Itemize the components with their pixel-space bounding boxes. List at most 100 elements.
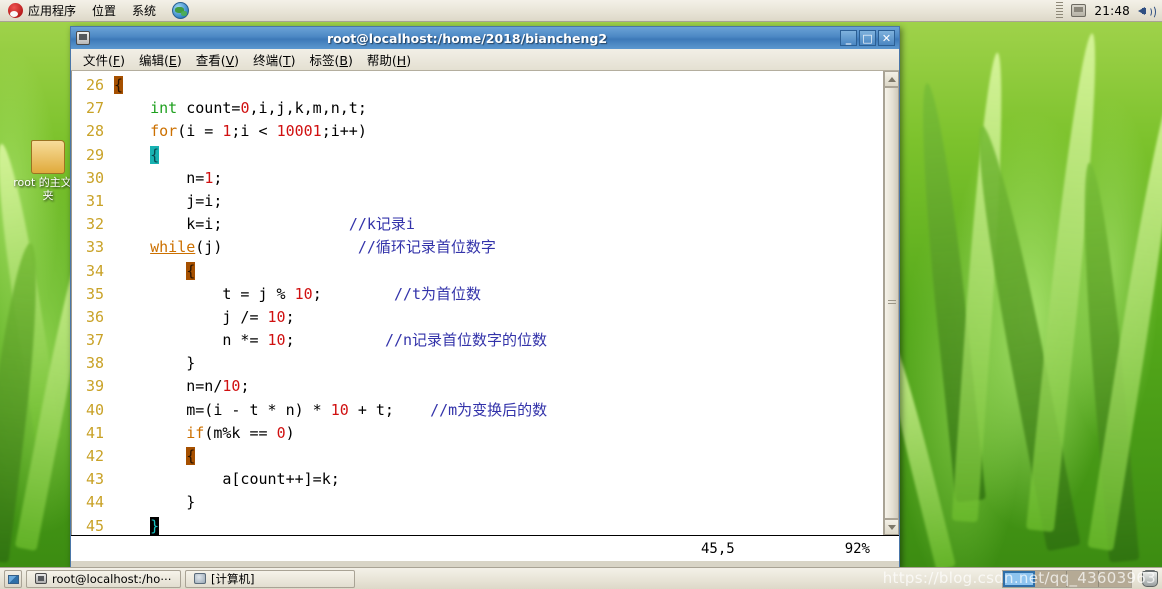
taskbar-item-computer[interactable]: [计算机] [185, 569, 355, 588]
taskbar-item-label: root@localhost:/ho⋯ [52, 571, 172, 586]
code-token: count= [177, 99, 241, 118]
taskbar-item-terminal[interactable]: root@localhost:/ho⋯ [26, 569, 181, 588]
workspace-2[interactable] [1035, 570, 1067, 587]
menu-tabs[interactable]: 标签(B) [303, 48, 360, 71]
trash-icon[interactable] [1142, 569, 1158, 587]
editor-line: 36 j /= 10; [72, 306, 883, 329]
editor-line: 31 j=i; [72, 190, 883, 213]
scrollbar-thumb[interactable] [884, 87, 899, 519]
code-token: ; [213, 168, 223, 187]
code-token: { [186, 447, 196, 465]
code-token: (j) [195, 238, 223, 257]
line-number: 45 [85, 516, 104, 535]
code-token: ;i < [231, 122, 277, 141]
show-desktop-icon[interactable] [4, 569, 22, 588]
line-number: 37 [85, 331, 104, 350]
menu-terminal[interactable]: 终端(T) [246, 48, 302, 71]
code-token: ,i,j,k,m,n,t; [249, 99, 367, 118]
workspace-4[interactable] [1099, 570, 1131, 587]
code-token: 1 [204, 168, 214, 187]
editor-line: 32 k=i; //k记录i [72, 213, 883, 236]
line-number: 42 [85, 447, 104, 465]
code-token: j /= [114, 307, 268, 326]
editor-line: 37 n *= 10; //n记录首位数字的位数 [72, 329, 883, 352]
menu-file[interactable]: 文件(F) [76, 48, 132, 71]
scrollbar-track[interactable] [884, 87, 899, 519]
clock-label[interactable]: 21:48 [1094, 4, 1130, 18]
scroll-down-button[interactable] [884, 519, 899, 535]
menu-places[interactable]: 位置 [84, 1, 124, 21]
workspace-1[interactable] [1003, 570, 1035, 587]
editor-line: 30 n=1; [72, 167, 883, 190]
window-titlebar[interactable]: root@localhost:/home/2018/biancheng2 _ □… [71, 27, 899, 49]
line-number: 32 [85, 215, 104, 234]
line-number: 34 [85, 261, 104, 280]
workspace-3[interactable] [1067, 570, 1099, 587]
volume-icon[interactable] [1138, 3, 1156, 19]
line-content: } [114, 352, 883, 375]
code-token: //k记录i [348, 215, 415, 234]
line-content: j /= 10; [114, 306, 883, 329]
line-content: { [114, 74, 883, 97]
editor-line: 44 } [72, 491, 883, 514]
line-content: n=n/10; [114, 375, 883, 398]
code-token: 10 [267, 307, 286, 326]
menu-help[interactable]: 帮助(H) [360, 48, 418, 71]
editor-line: 45 } [72, 515, 883, 535]
line-content: m=(i - t * n) * 10 + t; //m为变换后的数 [114, 399, 883, 422]
line-content: for(i = 1;i < 10001;i++) [114, 120, 883, 143]
editor-line: 38 } [72, 352, 883, 375]
line-number: 43 [85, 470, 104, 489]
line-number: 28 [85, 122, 104, 141]
editor-text-area[interactable]: 26{27 int count=0,i,j,k,m,n,t; 28 for(i =… [72, 71, 883, 535]
code-token: } [114, 493, 196, 512]
code-token: { [150, 145, 160, 164]
line-number: 39 [85, 377, 104, 396]
menu-applications[interactable]: 应用程序 [0, 1, 84, 21]
menu-view[interactable]: 查看(V) [189, 48, 246, 71]
line-number: 35 [85, 284, 104, 303]
bottom-panel: root@localhost:/ho⋯ [计算机] [0, 567, 1162, 589]
minimize-button[interactable]: _ [840, 30, 857, 46]
maximize-button[interactable]: □ [859, 30, 876, 46]
code-token: j=i; [114, 191, 223, 210]
close-button[interactable]: ✕ [878, 30, 895, 46]
line-number: 33 [85, 238, 104, 257]
code-token: 0 [276, 423, 286, 442]
line-content: t = j % 10; //t为首位数 [114, 283, 883, 306]
vertical-scrollbar[interactable] [883, 71, 899, 535]
line-content: n *= 10; //n记录首位数字的位数 [114, 329, 883, 352]
editor-line: 33 while(j) //循环记录首位数字 [72, 236, 883, 259]
code-token: n *= [114, 331, 268, 350]
line-number: 27 [85, 99, 104, 118]
menu-edit[interactable]: 编辑(E) [132, 48, 189, 71]
line-content: j=i; [114, 190, 883, 213]
line-number: 41 [85, 423, 104, 442]
code-token: } [114, 354, 196, 373]
terminal-body: 26{27 int count=0,i,j,k,m,n,t; 28 for(i =… [71, 71, 899, 535]
menu-system[interactable]: 系统 [124, 1, 164, 21]
panel-grip-handle[interactable] [1056, 1, 1064, 20]
workspace-switcher[interactable] [1002, 569, 1132, 588]
menu-applications-label: 应用程序 [28, 4, 77, 18]
terminal-icon [35, 573, 47, 584]
code-token: { [114, 76, 124, 94]
scroll-up-button[interactable] [884, 71, 899, 87]
terminal-icon [76, 31, 90, 45]
terminal-window: root@localhost:/home/2018/biancheng2 _ □… [70, 26, 900, 568]
folder-icon [31, 140, 65, 174]
display-icon[interactable] [1071, 4, 1087, 17]
line-content: } [114, 491, 883, 514]
window-controls: _ □ ✕ [840, 30, 896, 46]
launcher-browser[interactable] [164, 1, 197, 21]
line-content: { [114, 445, 883, 468]
line-number: 36 [85, 307, 104, 326]
code-token: //m为变换后的数 [430, 400, 548, 419]
